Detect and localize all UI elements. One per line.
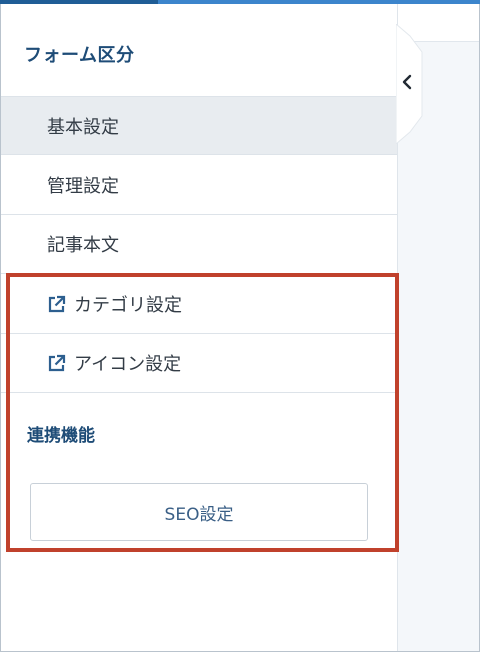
sidebar-item-label: 管理設定 xyxy=(47,176,119,197)
sidebar-title: フォーム区分 xyxy=(24,45,135,66)
external-link-icon xyxy=(47,354,66,373)
sidebar-item-label: カテゴリ設定 xyxy=(74,295,182,316)
sidebar-item-article-body[interactable]: 記事本文 xyxy=(1,215,397,274)
integration-section-label: 連携機能 xyxy=(27,426,95,446)
chevron-left-icon xyxy=(396,24,423,144)
sidebar-item-icon-settings[interactable]: アイコン設定 xyxy=(1,334,397,393)
external-link-icon xyxy=(47,295,66,314)
sidebar-item-category-settings[interactable]: カテゴリ設定 xyxy=(1,275,397,334)
sidebar-collapse-toggle[interactable] xyxy=(396,24,426,144)
seo-settings-button[interactable]: SEO設定 xyxy=(30,483,368,541)
sidebar-item-label: 記事本文 xyxy=(47,235,119,256)
sidebar-item-basic-settings[interactable]: 基本設定 xyxy=(1,96,397,155)
sidebar-item-label: 基本設定 xyxy=(47,116,119,138)
sidebar-item-label: アイコン設定 xyxy=(74,354,182,375)
sidebar-item-management-settings[interactable]: 管理設定 xyxy=(1,156,397,215)
